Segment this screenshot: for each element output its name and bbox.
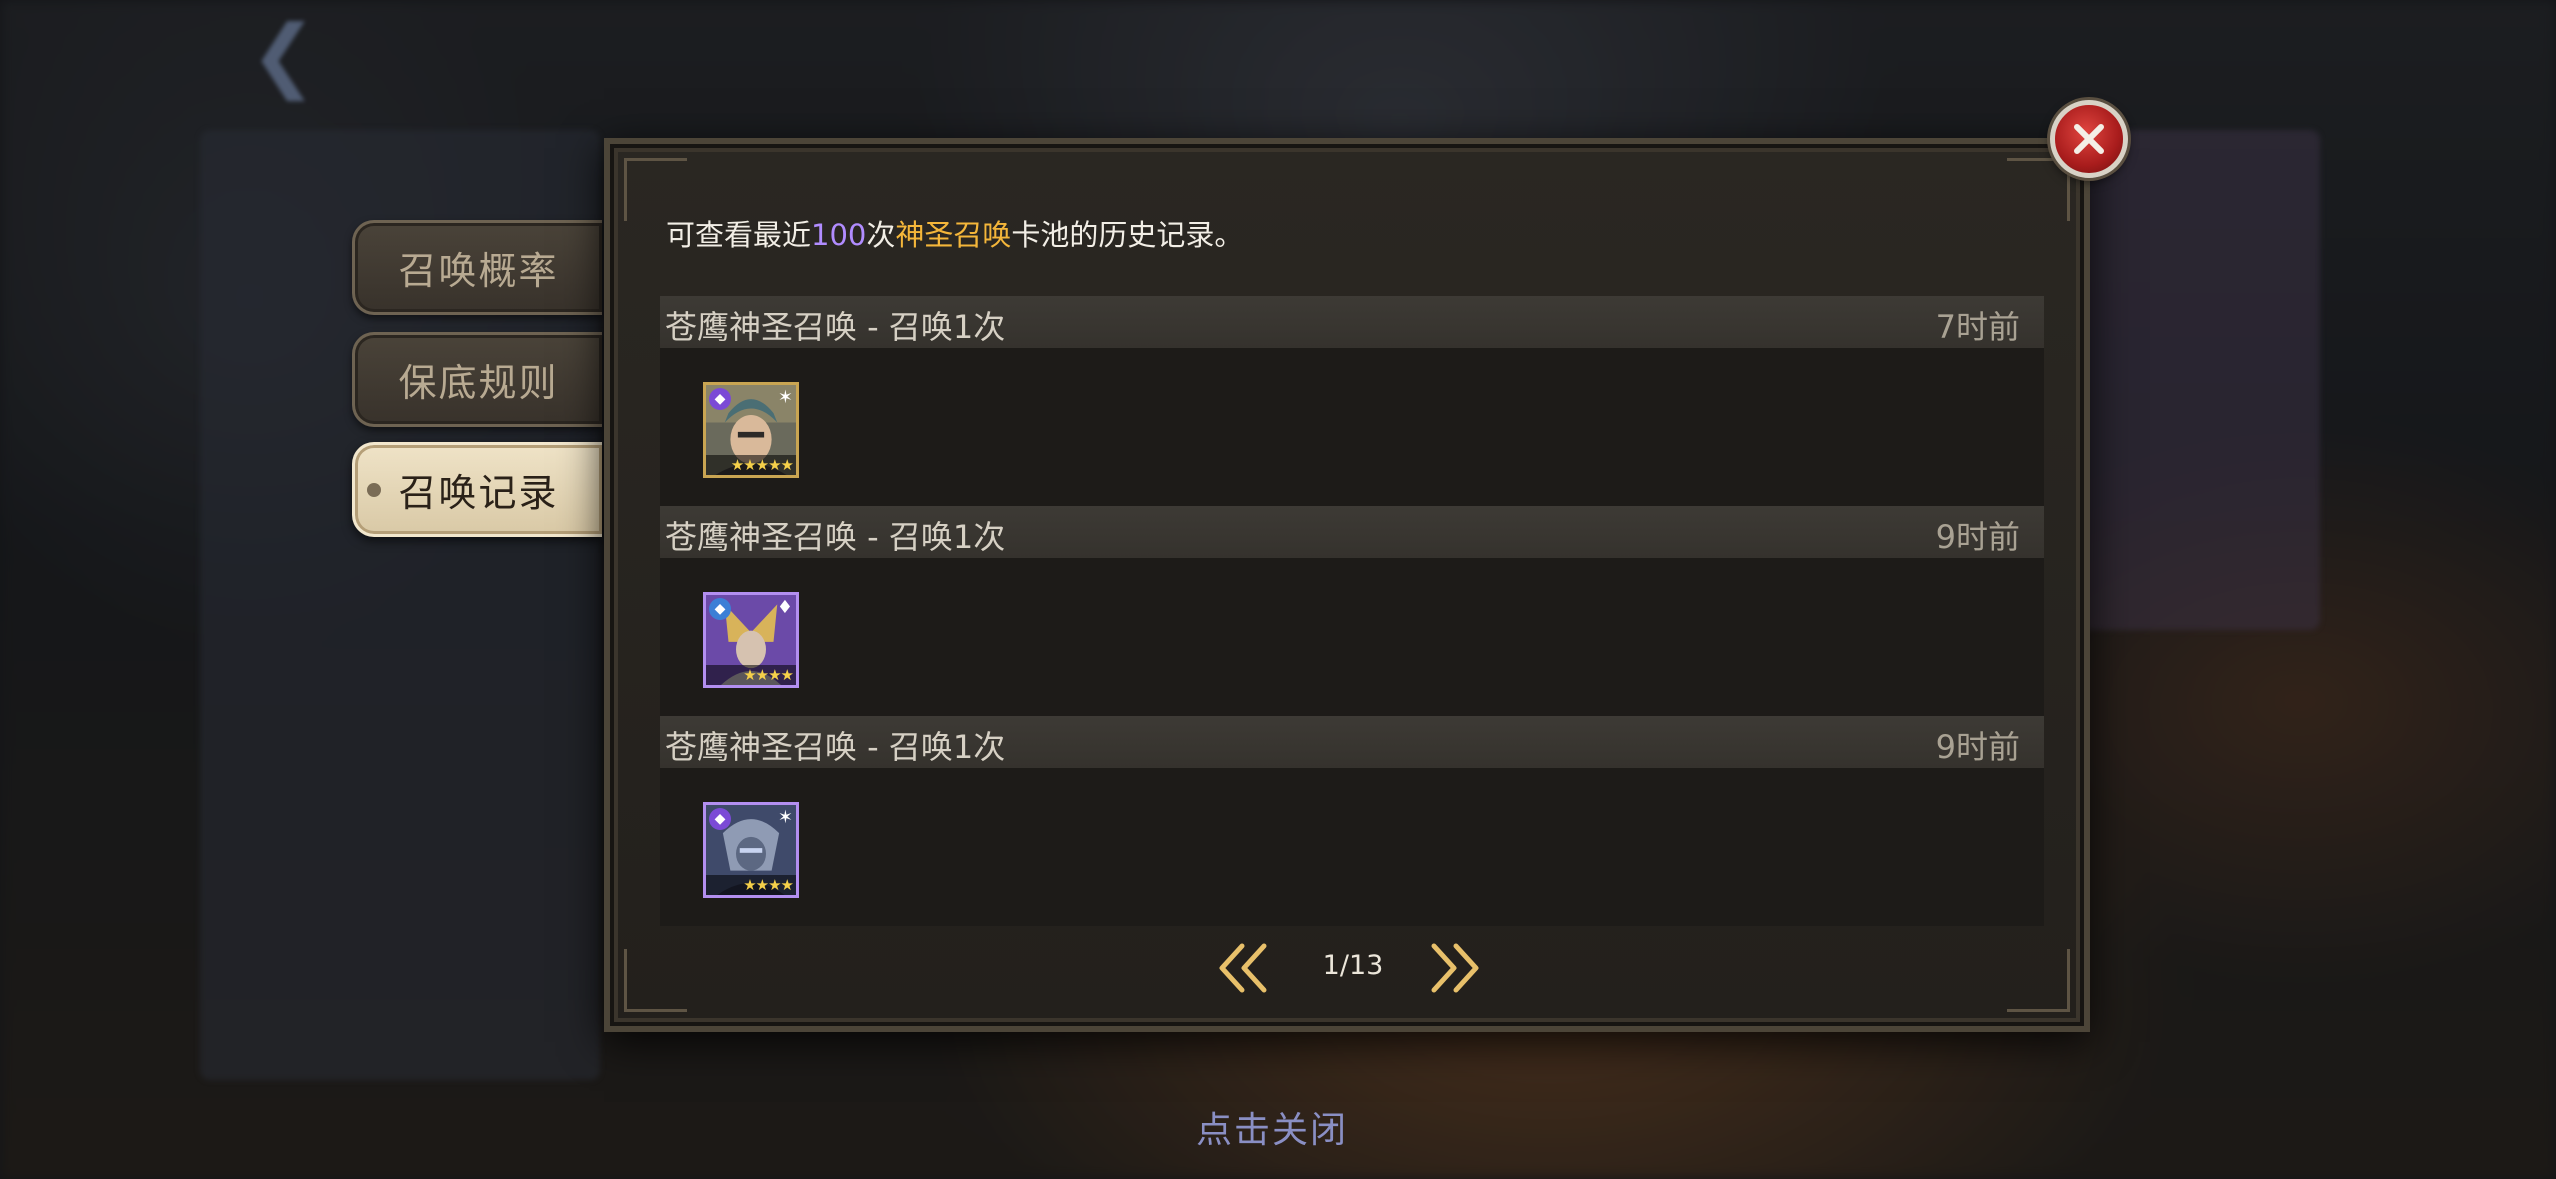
page-indicator: 1/13: [1322, 950, 1384, 981]
double-chevron-right-icon: [1431, 943, 1479, 993]
list-item: 苍鹰神圣召唤 - 召唤1次 9时前 ◆ ♦ ★★★★: [660, 506, 2044, 716]
next-page-button[interactable]: [1424, 938, 1484, 998]
hero-portrait-icon[interactable]: ◆ ✶ ★★★★: [703, 802, 799, 898]
tab-label: 召唤概率: [398, 249, 559, 293]
back-arrow-icon: ❮: [250, 8, 318, 101]
hero-portrait-icon[interactable]: ◆ ♦ ★★★★: [703, 592, 799, 688]
star-rating: ★★★★: [706, 875, 796, 895]
record-title: 苍鹰神圣召唤 - 召唤1次: [665, 518, 1006, 556]
record-time: 9时前: [1935, 728, 2020, 766]
class-icon: ✶: [777, 807, 793, 828]
record-header: 苍鹰神圣召唤 - 召唤1次 7时前: [660, 296, 2044, 348]
background-panel: [2080, 130, 2320, 630]
list-item: 苍鹰神圣召唤 - 召唤1次 9时前 ◆ ✶ ★★★★: [660, 716, 2044, 926]
tab-summon-history[interactable]: 召唤记录: [352, 442, 602, 537]
class-icon: ♦: [776, 597, 793, 618]
close-button[interactable]: [2050, 100, 2128, 178]
frame-corner: [624, 949, 687, 1012]
tab-pity-rules[interactable]: 保底规则: [352, 332, 602, 427]
star-rating: ★★★★: [706, 665, 796, 685]
intro-count: 100: [811, 218, 867, 252]
record-time: 9时前: [1935, 518, 2020, 556]
element-icon: ◆: [709, 598, 731, 620]
class-icon: ✶: [777, 387, 793, 408]
frame-corner: [2007, 158, 2070, 221]
intro-prefix: 可查看最近: [666, 218, 812, 252]
tab-label: 召唤记录: [398, 471, 559, 515]
close-icon: [2074, 124, 2104, 154]
list-item: 苍鹰神圣召唤 - 召唤1次 7时前 ◆ ✶ ★★★★★: [660, 296, 2044, 506]
hero-portrait-icon[interactable]: ◆ ✶ ★★★★★: [703, 382, 799, 478]
record-time: 7时前: [1935, 308, 2020, 346]
tab-summon-rates[interactable]: 召唤概率: [352, 220, 602, 315]
record-header: 苍鹰神圣召唤 - 召唤1次 9时前: [660, 506, 2044, 558]
record-title: 苍鹰神圣召唤 - 召唤1次: [665, 308, 1006, 346]
frame-corner: [2007, 949, 2070, 1012]
tap-to-close-hint[interactable]: 点击关闭: [1196, 1101, 1348, 1153]
element-icon: ◆: [709, 388, 731, 410]
intro-suffix: 卡池的历史记录。: [1011, 218, 1244, 252]
intro-pool-name: 神圣召唤: [895, 218, 1012, 252]
record-title: 苍鹰神圣召唤 - 召唤1次: [665, 728, 1006, 766]
intro-mid: 次: [866, 218, 896, 252]
history-list[interactable]: 苍鹰神圣召唤 - 召唤1次 7时前 ◆ ✶ ★★★★★ 苍鹰神圣召唤 - 召唤1…: [660, 296, 2044, 926]
element-icon: ◆: [709, 808, 731, 830]
star-rating: ★★★★★: [706, 455, 796, 475]
double-chevron-left-icon: [1219, 943, 1267, 993]
active-indicator-icon: [367, 483, 381, 497]
record-header: 苍鹰神圣召唤 - 召唤1次 9时前: [660, 716, 2044, 768]
tab-label: 保底规则: [398, 361, 559, 405]
intro-text: 可查看最近100次神圣召唤卡池的历史记录。: [666, 212, 1243, 254]
previous-page-button[interactable]: [1214, 938, 1274, 998]
